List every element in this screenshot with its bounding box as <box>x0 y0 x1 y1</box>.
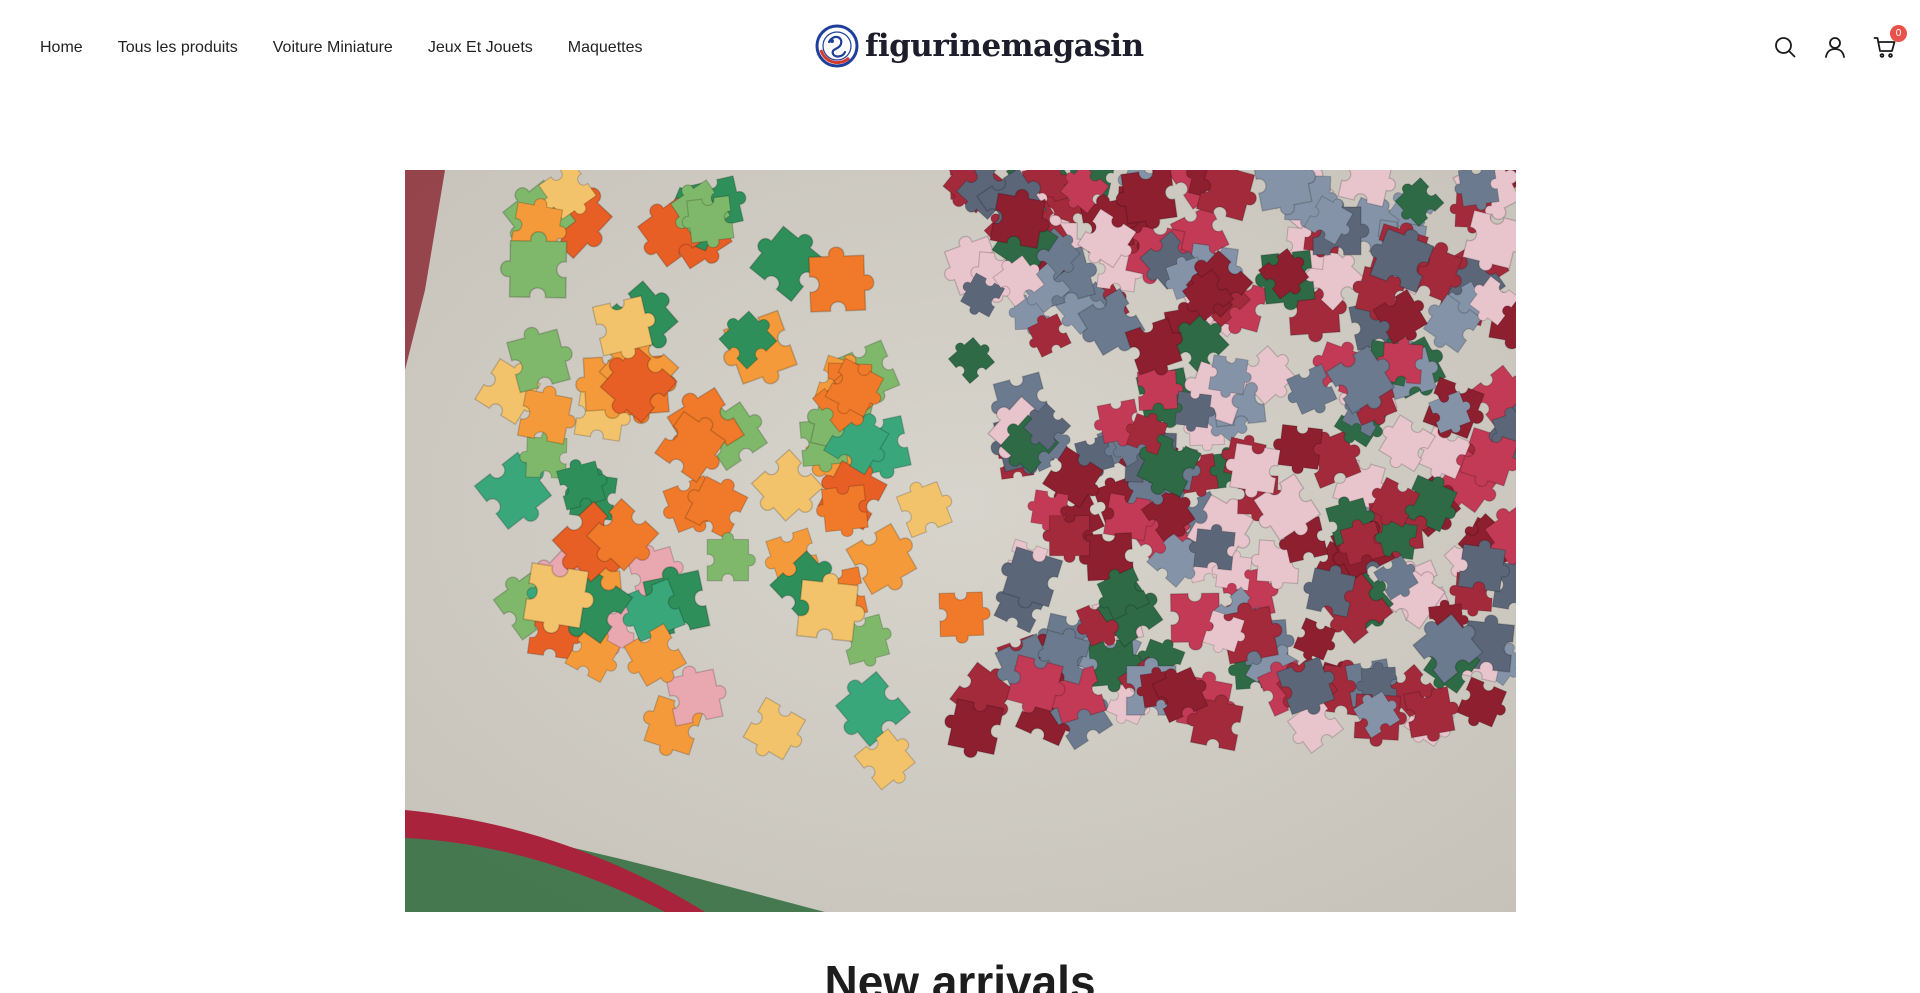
search-button[interactable] <box>1772 34 1798 60</box>
brand-name: figurinemagasin <box>865 28 1144 64</box>
main-nav: Home Tous les produits Voiture Miniature… <box>40 38 642 58</box>
site-header: Home Tous les produits Voiture Miniature… <box>0 0 1920 96</box>
nav-item-home[interactable]: Home <box>40 38 83 58</box>
nav-item-miniature-cars[interactable]: Voiture Miniature <box>273 38 393 58</box>
hero-banner-image <box>405 170 1516 912</box>
cart-button[interactable]: 0 <box>1872 25 1907 60</box>
brand-mark-icon <box>815 24 859 68</box>
nav-item-games-toys[interactable]: Jeux Et Jouets <box>428 38 533 58</box>
search-icon <box>1775 37 1796 58</box>
nav-item-model-kits[interactable]: Maquettes <box>568 38 643 58</box>
cart-count-badge: 0 <box>1890 25 1907 42</box>
puzzle-pieces-image <box>405 170 1516 912</box>
account-button[interactable] <box>1822 34 1848 60</box>
header-actions: 0 <box>1772 25 1907 60</box>
nav-item-all-products[interactable]: Tous les produits <box>118 38 238 58</box>
new-arrivals-heading: New arrivals <box>824 956 1096 993</box>
site-logo[interactable]: figurinemagasin <box>815 24 1144 68</box>
user-icon <box>1825 37 1845 58</box>
